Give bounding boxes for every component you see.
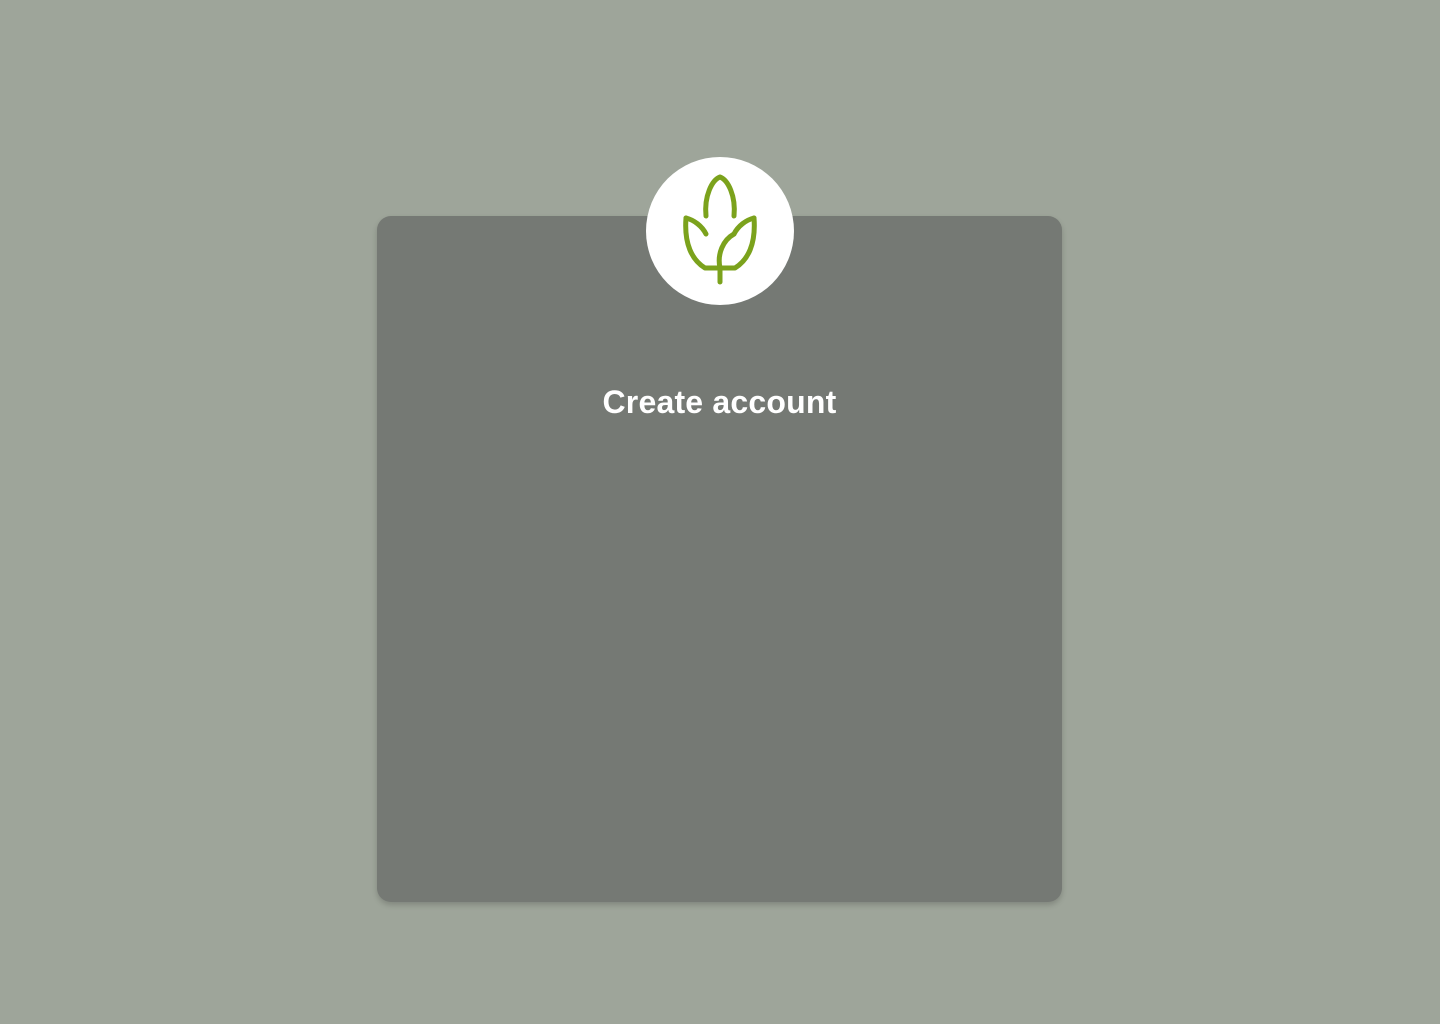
logo-badge [646,157,794,305]
page-title: Create account [602,384,837,420]
corn-leaf-icon [683,172,757,290]
signup-card: Create account [377,216,1062,902]
